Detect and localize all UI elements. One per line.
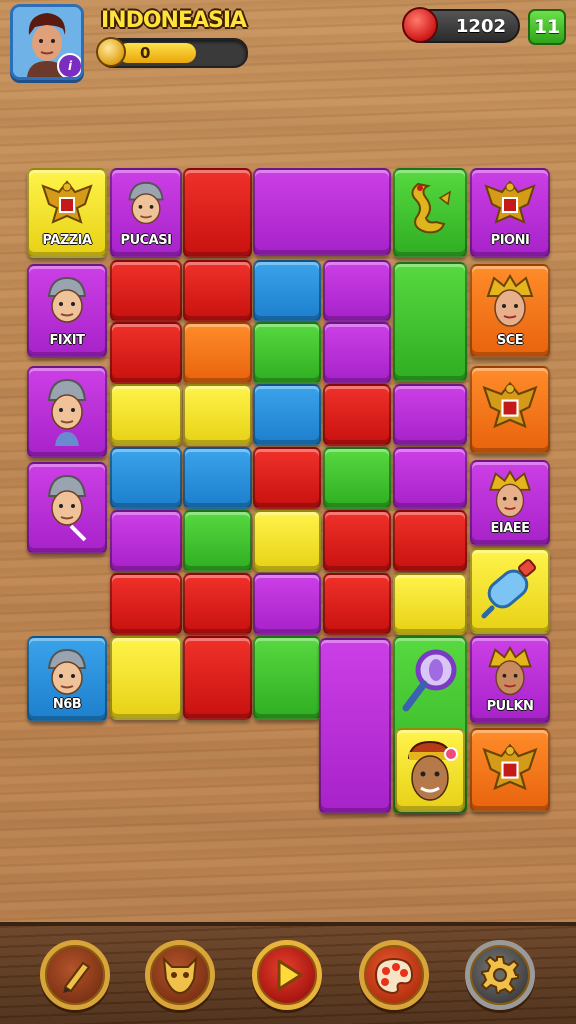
tile-bottle-yellow[interactable] — [470, 548, 550, 634]
tile-blue[interactable] — [110, 447, 182, 509]
tile-red[interactable] — [183, 260, 252, 322]
dragon-icon — [411, 182, 452, 234]
tile-performer-yellow[interactable] — [395, 728, 465, 812]
tile-garuda-purple[interactable]: PIONI — [470, 168, 550, 258]
tile-villager-purple[interactable]: PUCASI — [110, 168, 182, 258]
tile-red[interactable] — [393, 510, 467, 572]
tile-yellow[interactable] — [253, 510, 321, 572]
tile-green-tall[interactable] — [393, 262, 467, 382]
garuda-emblem-icon — [482, 381, 538, 429]
garuda-emblem-icon — [482, 743, 538, 791]
tile-yellow[interactable] — [183, 384, 252, 446]
tile-dragon-green[interactable] — [393, 168, 467, 258]
tile-purple[interactable] — [323, 260, 391, 322]
villager-face-icon — [47, 276, 87, 323]
tile-label: PULKN — [486, 699, 534, 714]
villager-face-icon — [128, 181, 164, 225]
tile-purple[interactable] — [323, 322, 391, 384]
garuda-emblem-icon — [41, 180, 93, 224]
villager-face-icon — [47, 648, 87, 695]
tile-garuda-orange[interactable] — [470, 728, 550, 812]
performer-face-icon — [488, 646, 532, 696]
tile-villager-purple[interactable] — [27, 366, 107, 458]
pencil-button[interactable] — [40, 940, 110, 1010]
tile-green[interactable] — [323, 447, 391, 509]
tile-label: PUCASI — [120, 233, 172, 248]
pencil-icon — [63, 961, 91, 993]
palette-button[interactable] — [359, 940, 429, 1010]
tile-green[interactable] — [253, 322, 321, 384]
palette-icon — [374, 957, 414, 995]
tile-purple[interactable] — [393, 447, 467, 509]
tile-yellow[interactable] — [110, 384, 182, 446]
target-icon — [402, 7, 438, 43]
performer-face-icon — [407, 740, 458, 801]
mask-button[interactable] — [145, 940, 215, 1010]
tile-blue[interactable] — [183, 447, 252, 509]
tile-blue[interactable] — [253, 384, 321, 446]
tile-purple[interactable] — [253, 573, 321, 635]
play-icon — [277, 959, 303, 991]
tile-label: PIONI — [490, 233, 530, 248]
tile-red[interactable] — [323, 573, 391, 635]
score-panel: 1202 — [402, 7, 520, 43]
performer-face-icon — [486, 274, 534, 327]
tile-label: SCE — [496, 333, 524, 348]
progress-value: 0 — [140, 44, 151, 62]
tile-orange[interactable] — [183, 322, 252, 384]
play-button[interactable] — [252, 940, 322, 1010]
tile-label: EIAEE — [490, 521, 530, 536]
tile-purple[interactable] — [393, 384, 467, 446]
tile-red[interactable] — [323, 510, 391, 572]
tile-red[interactable] — [323, 384, 391, 446]
tile-red[interactable] — [110, 322, 182, 384]
tile-purple-wide[interactable] — [253, 168, 391, 256]
tile-red[interactable] — [183, 573, 252, 635]
tile-green[interactable] — [183, 510, 252, 572]
performer-face-icon — [489, 470, 531, 518]
score-value: 1202 — [455, 16, 506, 37]
tile-purple[interactable] — [110, 510, 182, 572]
avatar-badge: i — [57, 53, 81, 77]
progress-fill — [118, 43, 196, 63]
tile-dancer-purple[interactable]: EIAEE — [470, 460, 550, 546]
gear-icon — [480, 955, 520, 995]
villager-face-icon — [47, 378, 87, 446]
player-avatar[interactable]: i — [10, 4, 84, 80]
tile-label: FIXIT — [49, 333, 85, 348]
tile-red[interactable] — [183, 636, 252, 720]
tile-purple-tall[interactable] — [319, 638, 391, 814]
magnifier-icon — [402, 649, 457, 712]
tile-garuda-yellow[interactable]: PAZZIA — [27, 168, 107, 258]
tile-red[interactable] — [110, 573, 182, 635]
tile-yellow[interactable] — [110, 636, 182, 720]
settings-button[interactable] — [465, 940, 535, 1010]
tile-green[interactable] — [253, 636, 321, 720]
tile-label: PAZZIA — [42, 233, 92, 248]
country-title: INDONEASIA — [101, 8, 247, 33]
bottle-icon — [481, 559, 536, 619]
tile-villager-purple[interactable]: FIXIT — [27, 264, 107, 358]
tile-label: N6B — [52, 697, 82, 712]
tile-garuda-orange[interactable] — [470, 366, 550, 454]
tile-villager-purple[interactable] — [27, 462, 107, 554]
tile-red[interactable] — [110, 260, 182, 322]
tile-red[interactable] — [183, 168, 252, 258]
tile-red[interactable] — [253, 447, 321, 509]
moves-counter: 11 — [528, 9, 566, 45]
tile-dancer-orange[interactable]: SCE — [470, 264, 550, 358]
garuda-emblem-icon — [484, 180, 536, 224]
progress-bar: 0 — [96, 37, 248, 68]
tile-dancer-purple[interactable]: PULKN — [470, 636, 550, 724]
coin-icon — [96, 37, 126, 67]
mask-icon — [162, 956, 198, 995]
tile-blue[interactable] — [253, 260, 321, 322]
villager-face-icon — [47, 474, 87, 542]
tile-yellow[interactable] — [393, 573, 467, 635]
tile-villager-blue[interactable]: N6B — [27, 636, 107, 722]
